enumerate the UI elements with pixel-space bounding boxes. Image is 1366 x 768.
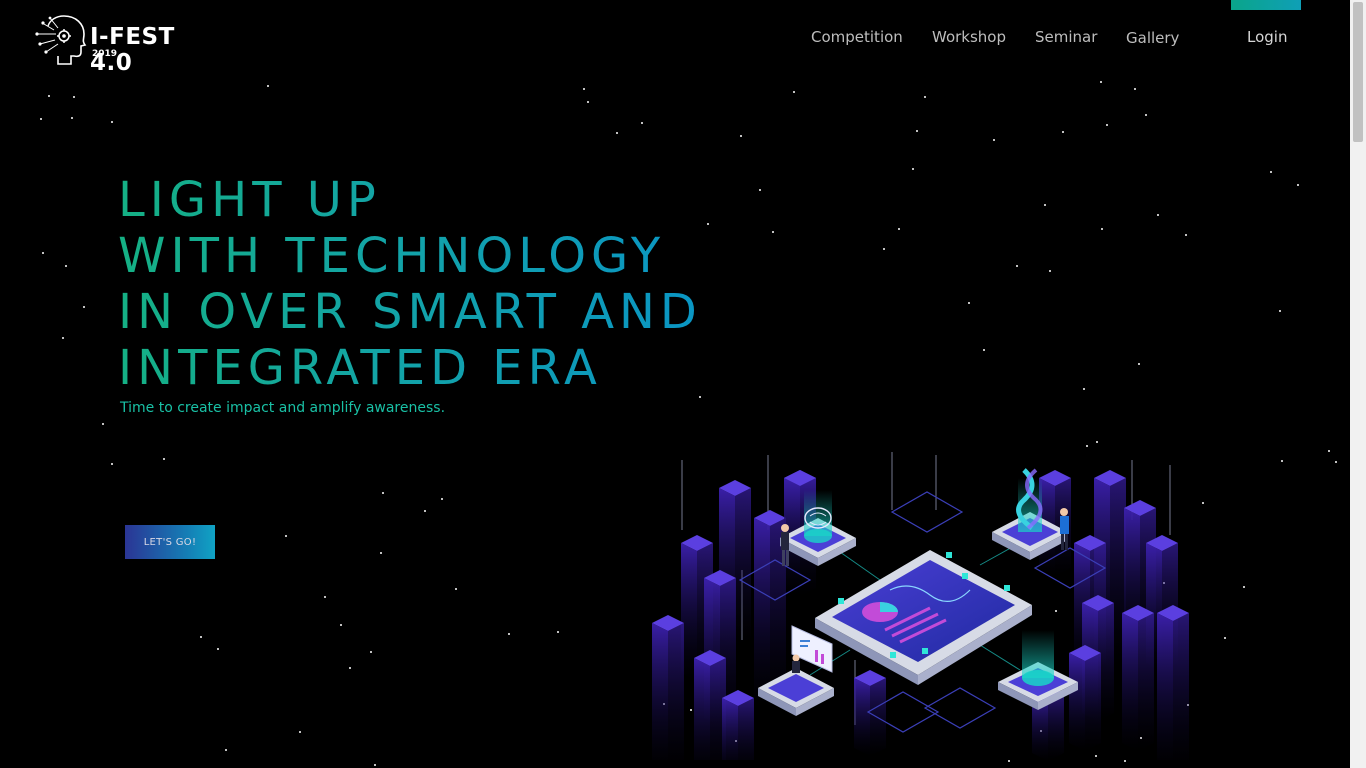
- star: [163, 458, 165, 460]
- star: [111, 463, 113, 465]
- brain-circuit-logo-icon: [35, 15, 87, 65]
- star: [65, 265, 67, 267]
- star: [641, 122, 643, 124]
- star: [983, 349, 985, 351]
- star: [557, 631, 559, 633]
- star: [48, 95, 50, 97]
- star: [924, 96, 926, 98]
- star: [370, 651, 372, 653]
- star: [1243, 586, 1245, 588]
- star: [1335, 461, 1337, 463]
- star: [200, 636, 202, 638]
- logo-year: 2019: [92, 49, 118, 59]
- star: [1185, 234, 1187, 236]
- star: [424, 510, 426, 512]
- star: [382, 492, 384, 494]
- star: [740, 135, 742, 137]
- star: [1008, 760, 1010, 762]
- star: [1083, 388, 1085, 390]
- star: [1328, 450, 1330, 452]
- star: [40, 118, 42, 120]
- page-scrollbar[interactable]: [1350, 0, 1366, 768]
- star: [772, 231, 774, 233]
- star: [587, 101, 589, 103]
- star: [1279, 310, 1281, 312]
- star: [1101, 228, 1103, 230]
- star: [455, 588, 457, 590]
- star: [83, 306, 85, 308]
- star: [349, 667, 351, 669]
- lets-go-button[interactable]: LET'S GO!: [125, 525, 215, 559]
- star: [102, 423, 104, 425]
- star: [267, 85, 269, 87]
- isometric-smart-city-illustration: [652, 452, 1189, 760]
- star: [324, 596, 326, 598]
- star: [616, 132, 618, 134]
- star: [340, 624, 342, 626]
- hero-title-line: INTEGRATED ERA: [118, 340, 702, 396]
- star: [380, 552, 382, 554]
- hero-subtitle: Time to create impact and amplify awaren…: [120, 400, 446, 416]
- site-header: I-FEST 4.0 2019 Competition Workshop Sem…: [0, 0, 1350, 80]
- star: [73, 96, 75, 98]
- star: [1224, 637, 1226, 639]
- star: [1281, 460, 1283, 462]
- star: [225, 749, 227, 751]
- login-accent-bar: [1231, 0, 1301, 10]
- nav-competition[interactable]: Competition: [811, 28, 903, 46]
- star: [1124, 760, 1126, 762]
- star: [1062, 131, 1064, 133]
- nav-gallery[interactable]: Gallery: [1126, 29, 1179, 47]
- star: [1157, 214, 1159, 216]
- star: [1100, 81, 1102, 83]
- star: [1297, 184, 1299, 186]
- star: [62, 337, 64, 339]
- star: [299, 731, 301, 733]
- hero-title-line: IN OVER SMART AND: [118, 284, 702, 340]
- star: [759, 189, 761, 191]
- star: [1145, 114, 1147, 116]
- star: [42, 252, 44, 254]
- star: [1270, 171, 1272, 173]
- star: [968, 302, 970, 304]
- hero-title: LIGHT UP WITH TECHNOLOGY IN OVER SMART A…: [118, 172, 702, 396]
- star: [1016, 265, 1018, 267]
- star: [1134, 88, 1136, 90]
- star: [898, 228, 900, 230]
- star: [71, 117, 73, 119]
- star: [707, 223, 709, 225]
- nav-workshop[interactable]: Workshop: [932, 28, 1006, 46]
- star: [441, 498, 443, 500]
- star: [912, 168, 914, 170]
- star: [1138, 363, 1140, 365]
- star: [374, 764, 376, 766]
- star: [883, 248, 885, 250]
- star: [916, 130, 918, 132]
- site-logo[interactable]: I-FEST 4.0 2019: [34, 12, 214, 76]
- star: [508, 633, 510, 635]
- star: [1106, 124, 1108, 126]
- star: [699, 396, 701, 398]
- login-link[interactable]: Login: [1247, 28, 1287, 46]
- scrollbar-thumb[interactable]: [1353, 2, 1363, 142]
- star: [285, 535, 287, 537]
- star: [217, 648, 219, 650]
- star: [1049, 270, 1051, 272]
- nav-seminar[interactable]: Seminar: [1035, 28, 1097, 46]
- hero-title-line: LIGHT UP: [118, 172, 702, 228]
- star: [111, 121, 113, 123]
- star: [993, 139, 995, 141]
- star: [793, 91, 795, 93]
- star: [1044, 204, 1046, 206]
- hero-title-line: WITH TECHNOLOGY: [118, 228, 702, 284]
- star: [583, 88, 585, 90]
